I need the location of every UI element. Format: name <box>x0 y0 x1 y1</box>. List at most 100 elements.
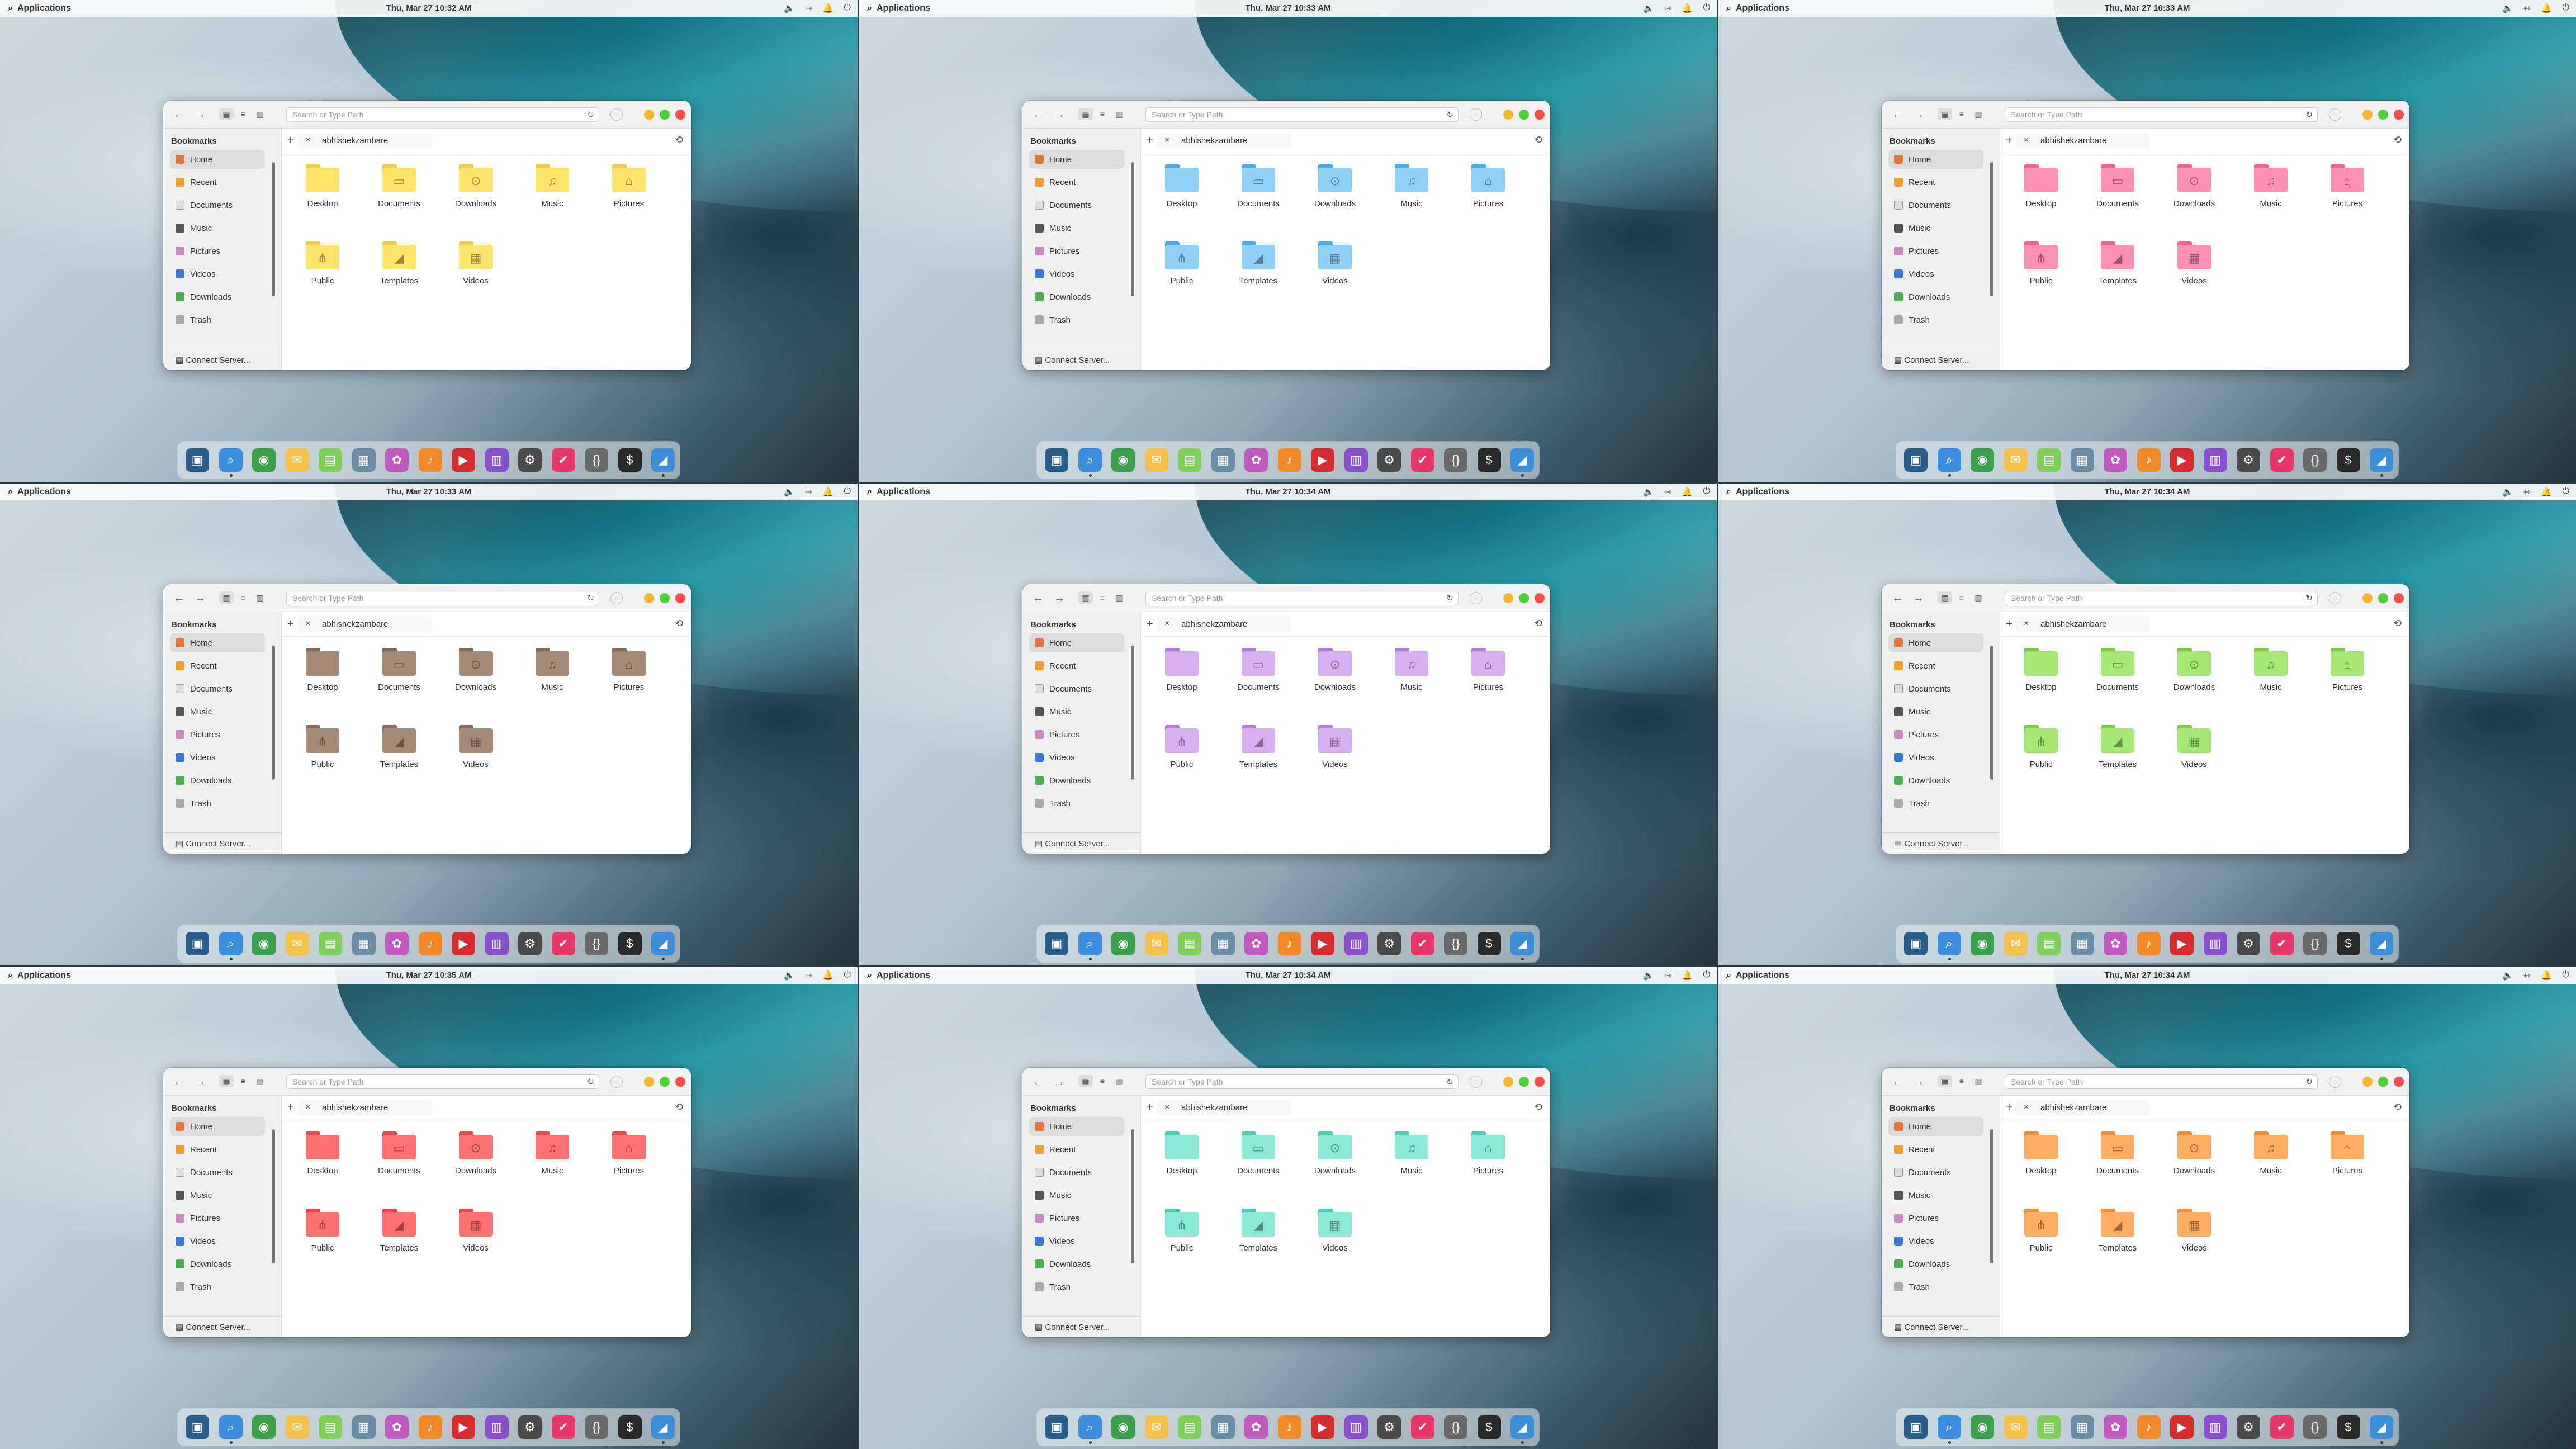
code-editor-icon[interactable]: {} <box>585 932 608 955</box>
sidebar-scrollbar[interactable] <box>272 1129 275 1263</box>
folder-music[interactable]: ♫ Music <box>522 1124 583 1191</box>
app-center-icon[interactable]: ▥ <box>1344 448 1368 472</box>
folder-desktop[interactable]: Desktop <box>1151 157 1213 224</box>
sidebar-item-music[interactable]: Music <box>1888 1186 1983 1205</box>
folder-pictures[interactable]: ⌂ Pictures <box>2317 1124 2378 1191</box>
new-tab-button[interactable]: + <box>1147 618 1153 631</box>
reload-icon[interactable]: ↻ <box>587 1077 594 1087</box>
sidebar-item-home[interactable]: Home <box>1029 150 1124 169</box>
checklist-icon[interactable]: ✔ <box>1410 1415 1434 1439</box>
tab-home[interactable]: × abhishekzambare <box>297 617 432 632</box>
connect-server-button[interactable]: ▤ Connect Server... <box>163 349 282 370</box>
folder-pictures[interactable]: ⌂ Pictures <box>2317 157 2378 224</box>
power-icon[interactable]: ⏻ <box>844 970 851 981</box>
maximize-button[interactable] <box>2378 110 2388 120</box>
folder-templates[interactable]: ◢ Templates <box>368 1201 430 1268</box>
terminal-icon[interactable]: $ <box>618 932 642 955</box>
new-tab-button[interactable]: + <box>2006 618 2012 631</box>
sidebar-item-recent[interactable]: Recent <box>1029 173 1124 192</box>
network-icon[interactable]: ⇿ <box>1664 486 1671 498</box>
history-icon[interactable]: ⟲ <box>1534 1101 1542 1113</box>
column-view-button[interactable]: ▥ <box>1971 108 1986 120</box>
sidebar-item-pictures[interactable]: Pictures <box>170 1209 265 1228</box>
web-browser-icon[interactable]: ◉ <box>252 448 276 472</box>
folder-music[interactable]: ♫ Music <box>1381 1124 1442 1191</box>
screenshot-icon[interactable]: ◢ <box>1510 932 1534 955</box>
close-tab-icon[interactable]: × <box>2024 619 2029 629</box>
app-center-icon[interactable]: ▥ <box>1344 1415 1368 1439</box>
search-input[interactable]: Search or Type Path ↻ <box>2005 1074 2318 1089</box>
screenshot-icon[interactable]: ◢ <box>2370 1415 2393 1439</box>
sidebar-scrollbar[interactable] <box>272 646 275 780</box>
folder-public[interactable]: ⋔ Public <box>292 1201 353 1268</box>
search-input[interactable]: Search or Type Path ↻ <box>2005 591 2318 605</box>
web-browser-icon[interactable]: ◉ <box>1971 448 1994 472</box>
code-editor-icon[interactable]: {} <box>2303 1415 2327 1439</box>
sidebar-item-downloads[interactable]: Downloads <box>170 1254 265 1273</box>
checklist-icon[interactable]: ✔ <box>1410 448 1434 472</box>
connect-server-button[interactable]: ▤ Connect Server... <box>1022 349 1141 370</box>
sidebar-item-downloads[interactable]: Downloads <box>1888 1254 1983 1273</box>
mail-icon[interactable]: ✉ <box>1144 448 1168 472</box>
multitasking-view-icon[interactable]: ▣ <box>1904 932 1928 955</box>
folder-downloads[interactable]: ⊙ Downloads <box>445 157 506 224</box>
multitasking-view-icon[interactable]: ▣ <box>1904 1415 1928 1439</box>
close-tab-icon[interactable]: × <box>1164 619 1169 629</box>
volume-icon[interactable]: 🔈 <box>2502 970 2513 981</box>
web-browser-icon[interactable]: ◉ <box>1111 1415 1135 1439</box>
code-editor-icon[interactable]: {} <box>585 1415 608 1439</box>
mail-icon[interactable]: ✉ <box>2004 448 2028 472</box>
sidebar-item-trash[interactable]: Trash <box>170 1277 265 1296</box>
files-search-icon[interactable]: ⌕ <box>1937 1415 1961 1439</box>
list-view-button[interactable]: ≡ <box>1954 591 1969 604</box>
videos-player-icon[interactable]: ▶ <box>2170 448 2194 472</box>
folder-documents[interactable]: ▭ Documents <box>2087 157 2148 224</box>
sidebar-item-music[interactable]: Music <box>1888 219 1983 238</box>
folder-downloads[interactable]: ⊙ Downloads <box>2163 157 2225 224</box>
maximize-button[interactable] <box>660 1077 670 1087</box>
close-button[interactable] <box>2394 1077 2404 1087</box>
grid-view-button[interactable]: ▦ <box>1078 108 1093 120</box>
clock[interactable]: Thu, Mar 27 10:33 AM <box>1718 3 2576 13</box>
tab-home[interactable]: × abhishekzambare <box>1157 1100 1291 1116</box>
multitasking-view-icon[interactable]: ▣ <box>186 448 209 472</box>
sidebar-item-pictures[interactable]: Pictures <box>1029 725 1124 744</box>
sidebar-item-pictures[interactable]: Pictures <box>170 725 265 744</box>
list-view-button[interactable]: ≡ <box>236 1075 250 1087</box>
mail-icon[interactable]: ✉ <box>285 932 309 955</box>
close-button[interactable] <box>675 593 685 603</box>
photos-icon[interactable]: ✿ <box>2104 1415 2127 1439</box>
folder-desktop[interactable]: Desktop <box>1151 640 1213 707</box>
zoom-icon[interactable]: ◌ <box>2329 1076 2341 1088</box>
screenshot-icon[interactable]: ◢ <box>2370 448 2393 472</box>
sidebar-item-pictures[interactable]: Pictures <box>1888 1209 1983 1228</box>
code-editor-icon[interactable]: {} <box>2303 448 2327 472</box>
maximize-button[interactable] <box>660 110 670 120</box>
minimize-button[interactable] <box>2362 110 2373 120</box>
history-icon[interactable]: ⟲ <box>1534 618 1542 629</box>
photos-icon[interactable]: ✿ <box>1244 932 1268 955</box>
volume-icon[interactable]: 🔈 <box>784 486 795 498</box>
music-player-icon[interactable]: ♪ <box>1277 448 1301 472</box>
folder-desktop[interactable]: Desktop <box>2010 640 2072 707</box>
music-player-icon[interactable]: ♪ <box>1277 1415 1301 1439</box>
grid-view-button[interactable]: ▦ <box>1938 591 1952 604</box>
sidebar-item-recent[interactable]: Recent <box>1029 656 1124 675</box>
folder-public[interactable]: ⋔ Public <box>1151 1201 1213 1268</box>
volume-icon[interactable]: 🔈 <box>784 970 795 981</box>
back-button[interactable]: ← <box>173 592 184 605</box>
sidebar-item-trash[interactable]: Trash <box>170 794 265 813</box>
web-browser-icon[interactable]: ◉ <box>1971 932 1994 955</box>
folder-music[interactable]: ♫ Music <box>2240 157 2302 224</box>
sidebar-item-music[interactable]: Music <box>170 702 265 721</box>
reload-icon[interactable]: ↻ <box>1446 110 1453 120</box>
code-editor-icon[interactable]: {} <box>585 448 608 472</box>
sidebar-item-videos[interactable]: Videos <box>1029 748 1124 767</box>
network-icon[interactable]: ⇿ <box>2523 3 2531 14</box>
app-center-icon[interactable]: ▥ <box>2203 448 2227 472</box>
folder-downloads[interactable]: ⊙ Downloads <box>2163 1124 2225 1191</box>
forward-button[interactable]: → <box>195 1076 206 1088</box>
column-view-button[interactable]: ▥ <box>1112 1075 1126 1087</box>
folder-music[interactable]: ♫ Music <box>1381 157 1442 224</box>
grid-view-button[interactable]: ▦ <box>1078 1075 1093 1087</box>
